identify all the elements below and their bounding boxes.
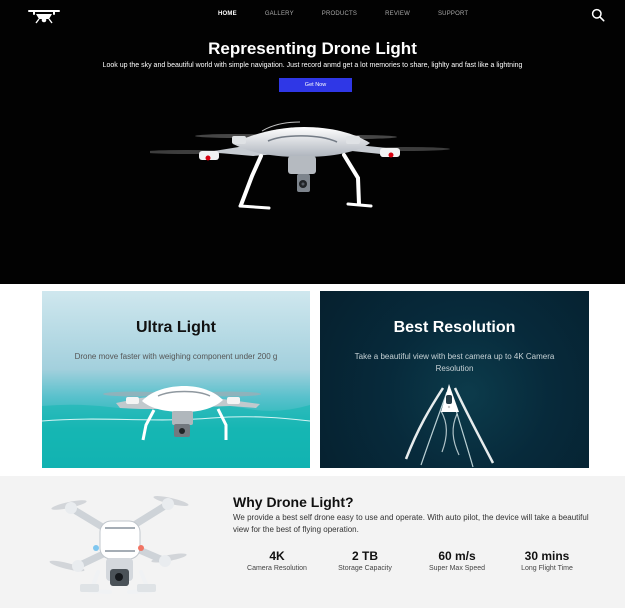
storage-capacity-label: Storage Capacity: [338, 565, 392, 572]
max-speed-label: Super Max Speed: [428, 565, 486, 572]
storage-capacity-value: 2 TB: [351, 549, 378, 563]
camera-resolution-stat: 4K Camera Resolution: [233, 549, 321, 574]
nav-products-link[interactable]: PRODUCTS: [322, 10, 357, 18]
drone-stats: 4K Camera Resolution 2 TB Storage Capaci…: [233, 549, 593, 579]
ultra-light-card: Ultra Light Drone move faster with weigh…: [42, 291, 310, 468]
drone-logo-icon[interactable]: [26, 6, 62, 24]
boat-wake-aerial-image: [404, 384, 495, 468]
max-speed-value: 60 m/s: [438, 549, 476, 563]
hero-subtitle: Look up the sky and beautiful world with…: [102, 62, 523, 69]
get-now-button[interactable]: Get Now: [279, 78, 352, 92]
product-drone-image: [49, 496, 189, 594]
flight-time-value: 30 mins: [524, 549, 570, 563]
nav-support-link[interactable]: SUPPORT: [438, 10, 468, 18]
flight-time-label: Long Flight Time: [521, 565, 573, 572]
camera-resolution-label: Camera Resolution: [247, 565, 307, 572]
why-title: Why Drone Light?: [233, 494, 354, 510]
nav-home-link[interactable]: HOME: [218, 10, 237, 18]
search-icon[interactable]: [591, 8, 605, 22]
ultra-light-description: Drone move faster with weighing componen…: [74, 352, 278, 361]
hero-title: Representing Drone Light: [208, 39, 417, 58]
nav-gallery-link[interactable]: GALLERY: [265, 10, 294, 18]
hero-drone-image: [150, 121, 450, 210]
why-description: We provide a best self drone easy to use…: [233, 513, 589, 534]
ultra-light-title: Ultra Light: [136, 319, 216, 336]
main-navigation-links: HOME GALLERY PRODUCTS REVIEW SUPPORT: [218, 10, 496, 18]
camera-resolution-value: 4K: [269, 549, 285, 563]
top-navigation: HOME GALLERY PRODUCTS REVIEW SUPPORT: [0, 0, 625, 30]
best-resolution-title: Best Resolution: [393, 319, 516, 336]
hero-section: HOME GALLERY PRODUCTS REVIEW SUPPORT Rep…: [0, 0, 625, 284]
storage-capacity-stat: 2 TB Storage Capacity: [321, 549, 409, 574]
landing-page: HOME GALLERY PRODUCTS REVIEW SUPPORT Rep…: [0, 0, 625, 608]
max-speed-stat: 60 m/s Super Max Speed: [413, 549, 501, 574]
best-resolution-description: Take a beautiful view with best camera u…: [354, 352, 555, 373]
flight-time-stat: 30 mins Long Flight Time: [503, 549, 591, 574]
best-resolution-card: Best Resolution Take a beautiful view wi…: [320, 291, 589, 468]
drone-over-sea-image: [42, 386, 310, 468]
nav-review-link[interactable]: REVIEW: [385, 10, 410, 18]
